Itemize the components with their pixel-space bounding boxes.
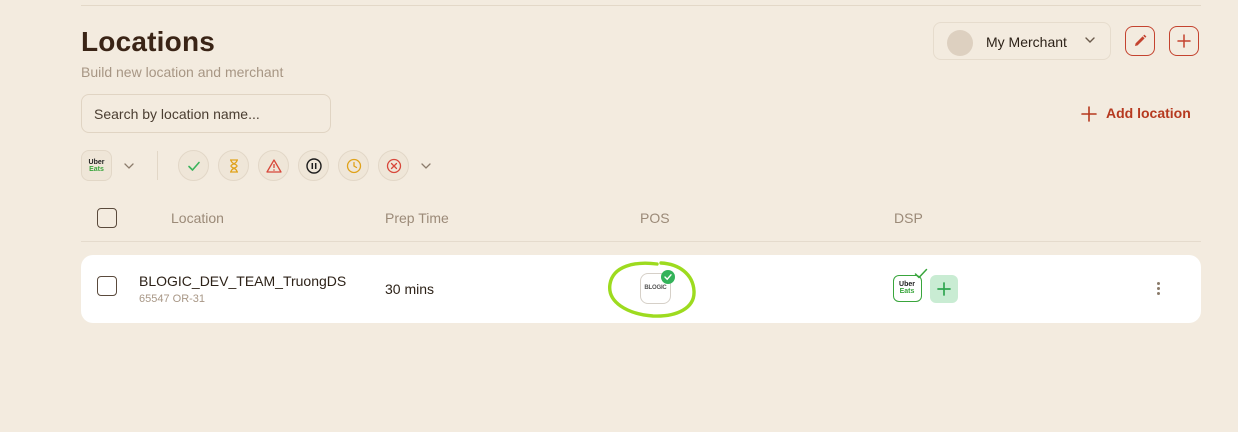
uber-eats-logo: Uber Eats [88, 159, 105, 173]
column-header-pos[interactable]: POS [640, 210, 670, 226]
clock-icon [346, 158, 362, 174]
merchant-selector[interactable]: My Merchant [933, 22, 1111, 60]
column-header-dsp[interactable]: DSP [894, 210, 923, 226]
status-filter-active[interactable] [178, 150, 209, 181]
select-all-checkbox[interactable] [97, 208, 117, 228]
kebab-dot [1156, 282, 1160, 285]
merchant-selector-label: My Merchant [986, 34, 1067, 50]
edit-button[interactable] [1125, 26, 1155, 56]
add-button[interactable] [1169, 26, 1199, 56]
status-filter-pending[interactable] [218, 150, 249, 181]
row-menu-button[interactable] [1151, 280, 1165, 298]
header-divider [81, 241, 1201, 242]
status-filter-scheduled[interactable] [338, 150, 369, 181]
location-name[interactable]: BLOGIC_DEV_TEAM_TruongDS [139, 273, 346, 289]
chevron-down-icon[interactable] [420, 160, 432, 172]
uber-eats-logo: Uber Eats [899, 281, 915, 295]
search-input[interactable] [81, 94, 331, 133]
chevron-down-icon[interactable] [123, 160, 135, 172]
close-circle-icon [386, 158, 402, 174]
top-divider [81, 5, 1201, 6]
add-dsp-button[interactable] [930, 275, 958, 303]
kebab-dot [1156, 287, 1160, 290]
plus-icon [1177, 34, 1191, 48]
avatar [947, 30, 973, 56]
prep-time-value: 30 mins [385, 281, 435, 297]
kebab-dot [1156, 292, 1160, 295]
add-location-label: Add location [1106, 105, 1191, 121]
page-title: Locations [81, 26, 216, 57]
check-icon [188, 161, 200, 171]
check-icon [914, 268, 928, 279]
row-checkbox[interactable] [97, 276, 117, 296]
pause-icon [306, 158, 322, 174]
chevron-down-icon [1085, 37, 1095, 43]
page-subtitle: Build new location and merchant [81, 64, 284, 80]
hourglass-icon [230, 159, 238, 173]
warning-icon [266, 159, 282, 173]
pencil-icon [1135, 34, 1147, 46]
column-header-prep-time[interactable]: Prep Time [385, 210, 449, 226]
location-address: 65547 OR-31 [139, 293, 206, 305]
filter-divider [157, 151, 158, 180]
status-filter-warning[interactable] [258, 150, 289, 181]
plus-icon [937, 282, 951, 296]
column-header-location[interactable]: Location [171, 210, 224, 226]
platform-filter-uber-eats[interactable]: Uber Eats [81, 150, 112, 181]
status-filter-paused[interactable] [298, 150, 329, 181]
status-filter-closed[interactable] [378, 150, 409, 181]
plus-icon [1081, 106, 1097, 122]
highlight-annotation-circle [608, 261, 696, 318]
